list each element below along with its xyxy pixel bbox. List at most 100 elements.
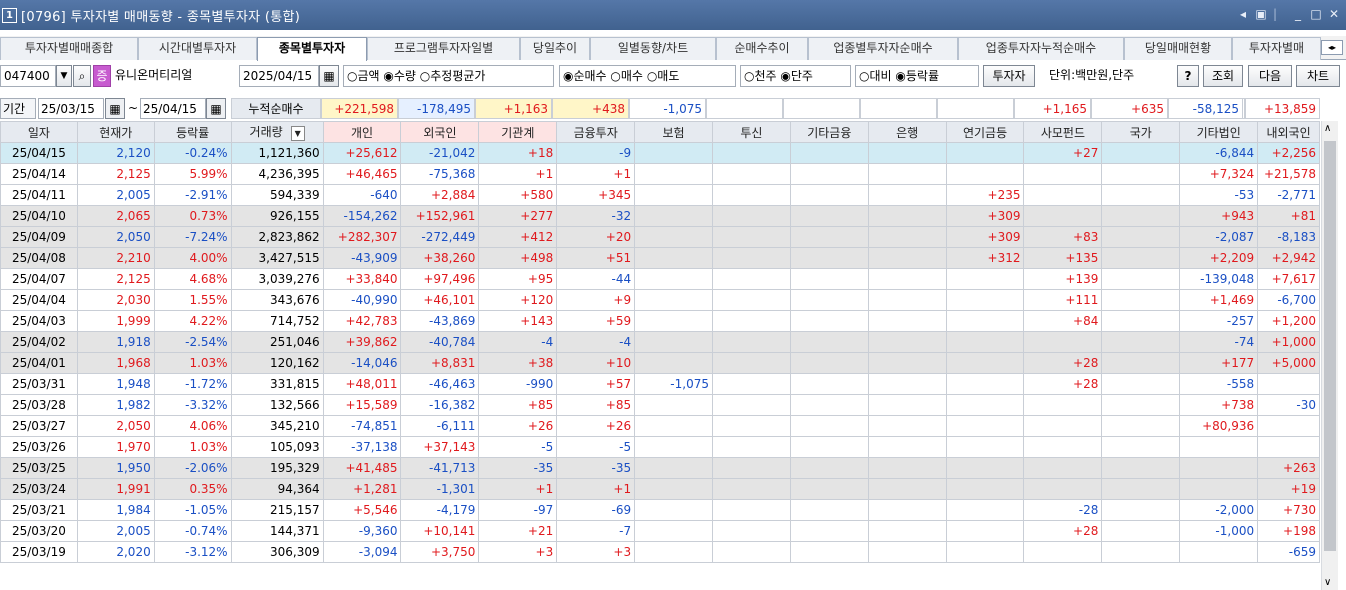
from-calendar-icon[interactable]: ▦ [105, 98, 125, 119]
prev-window-icon[interactable]: ◂ [1236, 6, 1250, 23]
table-row[interactable]: 25/03/24 1,991 0.35% 94,364 +1,281 -1,301 +1 +1… [0, 478, 1320, 500]
column-header[interactable]: 은행 [867, 121, 947, 143]
query-button[interactable]: 조회 [1203, 65, 1243, 87]
table-cell [634, 541, 713, 563]
search-icon[interactable]: ⌕ [73, 65, 91, 87]
column-header[interactable]: 외국인 [400, 121, 480, 143]
tab-item[interactable]: 업종투자자누적순매수 [958, 37, 1124, 60]
column-header[interactable]: 국가 [1101, 121, 1181, 143]
radio-change-rate[interactable]: ◉등락률 [895, 69, 939, 83]
table-row[interactable]: 25/04/08 2,210 4.00% 3,427,515 -43,909 +38,26… [0, 247, 1320, 269]
radio-net-buy[interactable]: ◉순매수 [563, 69, 607, 83]
tab-item[interactable]: 시간대별투자자 [138, 37, 257, 60]
tab-item[interactable]: 종목별투자자 [257, 37, 367, 61]
table-cell: 25/04/10 [0, 205, 78, 227]
table-row[interactable]: 25/04/14 2,125 5.99% 4,236,395 +46,465 -75,36… [0, 163, 1320, 185]
column-header[interactable]: 금융투자 [556, 121, 636, 143]
table-cell [789, 478, 869, 500]
table-row[interactable]: 25/04/11 2,005 -2.91% 594,339 -640 +2,884 +580… [0, 184, 1320, 206]
to-date-input[interactable]: 25/04/15 [140, 98, 206, 119]
investor-button[interactable]: 투자자 [983, 65, 1035, 87]
column-header[interactable]: 내외국인 [1257, 121, 1320, 143]
table-row[interactable]: 25/03/27 2,050 4.06% 345,210 -74,851 -6,111 +2… [0, 415, 1320, 437]
column-header[interactable]: 등락률 [153, 121, 232, 143]
column-header[interactable]: 연기금등 [945, 121, 1025, 143]
table-cell: 25/04/15 [0, 142, 78, 164]
table-row[interactable]: 25/03/28 1,982 -3.32% 132,566 +15,589 -16,382… [0, 394, 1320, 416]
cumulative-value: +1,165 [1014, 98, 1091, 119]
table-row[interactable]: 25/03/25 1,950 -2.06% 195,329 +41,485 -41,713… [0, 457, 1320, 479]
radio-diff[interactable]: ○대비 [859, 69, 892, 83]
table-row[interactable]: 25/03/21 1,984 -1.05% 215,157 +5,546 -4,179 -9… [0, 499, 1320, 521]
table-row[interactable]: 25/04/04 2,030 1.55% 343,676 -40,990 +46,101 +… [0, 289, 1320, 311]
table-cell: +1,469 [1179, 289, 1259, 311]
table-cell [789, 415, 869, 437]
tab-item[interactable]: 당일매매현황 [1124, 37, 1232, 60]
table-row[interactable]: 25/04/03 1,999 4.22% 714,752 +42,783 -43,869 +… [0, 310, 1320, 332]
radio-quantity[interactable]: ◉수량 [383, 69, 416, 83]
from-date-input[interactable]: 25/03/15 [38, 98, 104, 119]
column-header[interactable]: 기타법인 [1179, 121, 1259, 143]
stock-code-input[interactable]: 047400 [0, 65, 56, 87]
radio-sell[interactable]: ○매도 [647, 69, 680, 83]
column-header[interactable]: 기관계 [478, 121, 558, 143]
tab-item[interactable]: 일별동향/차트 [590, 37, 716, 60]
tab-scroll-icon[interactable]: ◂▸ [1321, 40, 1343, 55]
code-dropdown-icon[interactable]: ▼ [56, 65, 72, 87]
column-header-label: 보험 [662, 125, 685, 140]
column-header[interactable]: 기타금융 [789, 121, 869, 143]
tab-item[interactable]: 프로그램투자자일별 [367, 37, 520, 60]
column-header-label: 내외국인 [1266, 125, 1311, 140]
radio-avg-price[interactable]: ○추정평균가 [420, 69, 486, 83]
column-header[interactable]: 투신 [711, 121, 791, 143]
column-header[interactable]: 사모펀드 [1023, 121, 1103, 143]
sort-dropdown-icon[interactable]: ▼ [290, 126, 305, 141]
table-row[interactable]: 25/03/19 2,020 -3.12% 306,309 -3,094 +3,750 +3… [0, 541, 1320, 563]
calendar-icon[interactable]: ▦ [319, 65, 339, 87]
table-row[interactable]: 25/04/09 2,050 -7.24% 2,823,862 +282,307 -272… [0, 226, 1320, 248]
table-cell: +19 [1257, 478, 1320, 500]
tab-item[interactable]: 순매수추이 [716, 37, 808, 60]
radio-amount[interactable]: ○금액 [347, 69, 380, 83]
radio-single-shares[interactable]: ◉단주 [780, 69, 813, 83]
radio-thousand-shares[interactable]: ○천주 [744, 69, 777, 83]
vertical-scrollbar[interactable]: ∧ ∨ [1321, 121, 1338, 590]
next-button[interactable]: 다음 [1248, 65, 1292, 87]
table-row[interactable]: 25/03/20 2,005 -0.74% 144,371 -9,360 +10,141 +… [0, 520, 1320, 542]
table-row[interactable]: 25/04/10 2,065 0.73% 926,155 -154,262 +152,96… [0, 205, 1320, 227]
table-cell [634, 163, 713, 185]
column-header[interactable]: 일자 [0, 121, 78, 143]
table-row[interactable]: 25/04/15 2,120 -0.24% 1,121,360 +25,612 -21,0… [0, 142, 1320, 164]
column-header[interactable]: 개인 [322, 121, 402, 143]
table-row[interactable]: 25/03/26 1,970 1.03% 105,093 -37,138 +37,143-… [0, 436, 1320, 458]
chart-button[interactable]: 차트 [1296, 65, 1340, 87]
scroll-up-icon[interactable]: ∧ [1324, 123, 1331, 134]
tab-item[interactable]: 당일추이 [520, 37, 590, 60]
cumulative-value [783, 98, 860, 119]
table-cell: 25/03/27 [0, 415, 78, 437]
table-cell: 594,339 [230, 184, 324, 206]
maximize-icon[interactable]: □ [1308, 6, 1324, 23]
scroll-down-icon[interactable]: ∨ [1324, 577, 1331, 588]
radio-buy[interactable]: ○매수 [610, 69, 643, 83]
tab-item[interactable]: 업종별투자자순매수 [808, 37, 958, 60]
to-calendar-icon[interactable]: ▦ [206, 98, 226, 119]
tab-item[interactable]: 투자자별매 [1232, 37, 1321, 60]
date-input[interactable]: 2025/04/15 [239, 65, 319, 87]
minimize-icon[interactable]: _ [1290, 6, 1306, 23]
tab-item[interactable]: 투자자별매매종합 [0, 37, 138, 60]
table-row[interactable]: 25/04/01 1,968 1.03% 120,162 -14,046 +8,831 +3… [0, 352, 1320, 374]
column-header[interactable]: 보험 [634, 121, 713, 143]
table-row[interactable]: 25/03/31 1,948 -1.72% 331,815 +48,011 -46,463… [0, 373, 1320, 395]
table-cell: -4,179 [400, 499, 480, 521]
screen-icon[interactable]: ▣ [1252, 6, 1270, 23]
table-row[interactable]: 25/04/07 2,125 4.68% 3,039,276 +33,840 +97,49… [0, 268, 1320, 290]
column-header[interactable]: 현재가 [76, 121, 155, 143]
column-header[interactable]: 거래량 ▼ [230, 121, 324, 143]
table-cell [867, 268, 947, 290]
help-button[interactable]: ? [1177, 65, 1199, 87]
table-cell [711, 184, 791, 206]
close-icon[interactable]: ✕ [1326, 6, 1342, 23]
table-row[interactable]: 25/04/02 1,918 -2.54% 251,046 +39,862 -40,784… [0, 331, 1320, 353]
scroll-thumb[interactable] [1324, 141, 1336, 551]
